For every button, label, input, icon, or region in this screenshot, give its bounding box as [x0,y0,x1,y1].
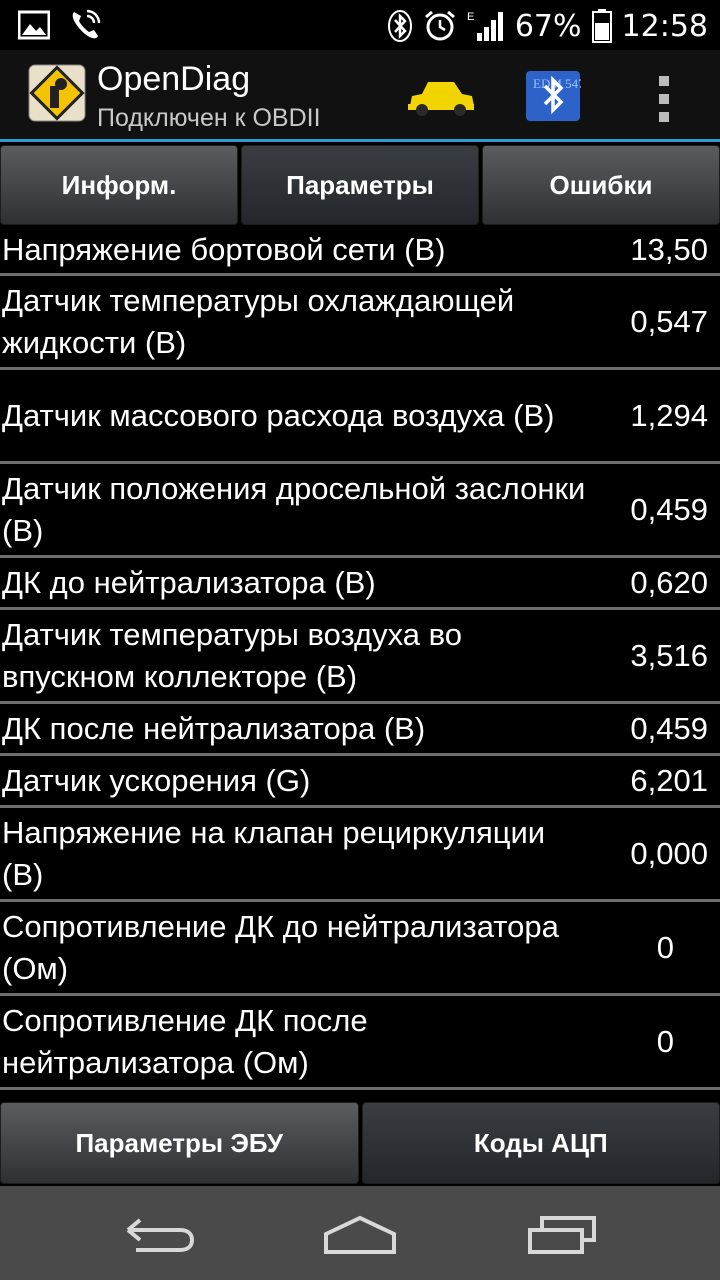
home-icon[interactable] [322,1214,398,1260]
param-label: Сопротивление ДК до нейтрализатора (Ом) [2,908,559,986]
param-label: Сопротивление ДК после нейтрализатора (О… [2,1002,368,1080]
image-icon [18,10,50,40]
parameter-list: Напряжение бортовой сети (В) 13,50 Датчи… [0,227,720,1090]
tab-info[interactable]: Информ. [0,145,238,225]
battery-icon [591,9,612,43]
param-value: 13,50 [630,232,708,267]
car-icon[interactable] [404,78,476,122]
param-value: 0 [656,1023,674,1059]
app-title: OpenDiag [97,60,251,98]
battery-percent: 67% [514,8,582,44]
action-bar: OpenDiag Подключен к OBDII EDM 547 [0,50,720,142]
param-label: Датчик температуры воздуха во впускном к… [2,616,462,694]
ecu-params-button[interactable]: Параметры ЭБУ [0,1102,359,1184]
list-item[interactable]: Датчик ускорения (G) 6,201 [0,756,720,808]
param-value: 6,201 [630,762,708,798]
adc-codes-button[interactable]: Коды АЦП [361,1102,720,1184]
param-value: 0,000 [630,835,708,871]
recent-apps-icon[interactable] [526,1214,598,1260]
status-bar: E 67% 12:58 [0,0,720,50]
signal-icon: E [467,9,505,43]
tab-parameters[interactable]: Параметры [241,145,479,225]
param-label: Датчик положения дросельной заслонки (В) [2,470,586,548]
param-value: 3,516 [630,637,708,673]
param-value: 0 [656,929,674,965]
clock: 12:58 [621,8,708,44]
param-label: Датчик ускорения (G) [2,762,311,798]
param-value: 0,459 [630,491,708,527]
back-icon[interactable] [124,1216,196,1260]
param-value: 0,620 [630,564,708,600]
bluetooth-connection-icon[interactable]: EDM 547 [525,70,585,126]
list-item[interactable]: Напряжение бортовой сети (В) 13,50 [0,227,720,276]
list-item[interactable]: Напряжение на клапан рециркуляции (В) 0,… [0,808,720,902]
alarm-icon [423,9,457,43]
overflow-menu-icon[interactable] [654,76,674,122]
list-item[interactable]: ДК до нейтрализатора (В) 0,620 [0,558,720,610]
param-value: 0,459 [630,710,708,746]
app-logo-icon[interactable] [28,64,86,122]
param-label: Напряжение на клапан рециркуляции (В) [2,814,546,892]
navigation-bar [0,1186,720,1280]
bluetooth-icon [387,9,413,43]
list-item[interactable]: Датчик температуры охлаждающей жидкости … [0,276,720,370]
list-item[interactable]: Датчик температуры воздуха во впускном к… [0,610,720,704]
connection-status: Подключен к OBDII [97,104,321,132]
tab-errors[interactable]: Ошибки [482,145,720,225]
param-label: Датчик температуры охлаждающей жидкости … [2,282,515,360]
tab-bar: Информ. Параметры Ошибки [0,145,720,225]
list-item[interactable]: Сопротивление ДК после нейтрализатора (О… [0,996,720,1090]
system-indicators: E 67% 12:58 [387,6,708,46]
list-item[interactable]: Датчик массового расхода воздуха (В) 1,2… [0,370,720,464]
bottom-button-bar: Параметры ЭБУ Коды АЦП [0,1102,720,1184]
param-label: ДК после нейтрализатора (В) [2,710,426,746]
phone-wifi-icon [68,8,102,42]
notification-icons [18,8,102,42]
param-label: Датчик массового расхода воздуха (В) [2,397,555,433]
svg-text:E: E [467,11,474,23]
param-label: ДК до нейтрализатора (В) [2,564,376,600]
list-item[interactable]: ДК после нейтрализатора (В) 0,459 [0,704,720,756]
list-item[interactable]: Датчик положения дросельной заслонки (В)… [0,464,720,558]
param-value: 1,294 [630,397,708,433]
list-item[interactable]: Сопротивление ДК до нейтрализатора (Ом) … [0,902,720,996]
param-label: Напряжение бортовой сети (В) [2,232,446,267]
param-value: 0,547 [630,303,708,339]
